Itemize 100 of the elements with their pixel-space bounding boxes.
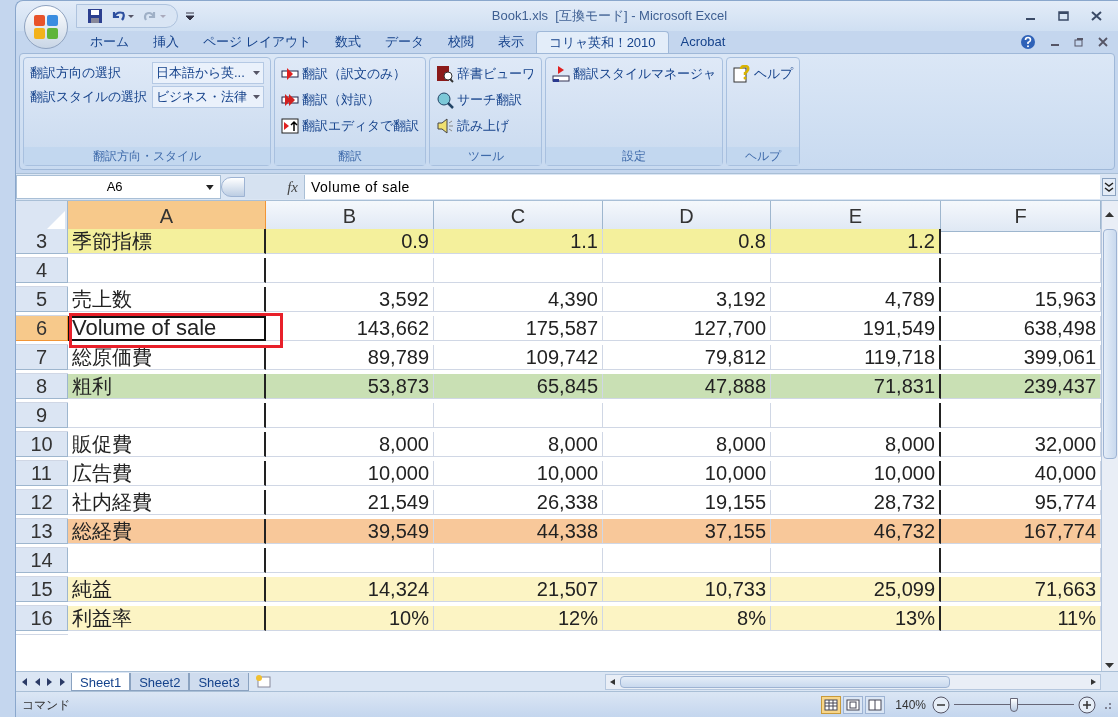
row-header[interactable]: 10 <box>16 432 68 457</box>
table-cell: 3,192 <box>603 287 771 312</box>
style-dropdown[interactable]: ビジネス・法律 <box>152 86 264 108</box>
table-cell: 37,155 <box>603 519 771 544</box>
ribbon-button[interactable]: 翻訳スタイルマネージャ <box>552 62 716 86</box>
ribbon-button[interactable]: 読み上げ <box>436 114 535 138</box>
row-header[interactable]: 7 <box>16 345 68 370</box>
column-header[interactable]: F <box>941 201 1101 232</box>
row-header[interactable]: 8 <box>16 374 68 399</box>
ribbon-button[interactable]: 翻訳エディタで翻訳 <box>281 114 419 138</box>
ribbon-button[interactable]: ヘルプ <box>733 62 793 86</box>
table-cell: 総経費 <box>68 519 266 544</box>
table-cell: 8% <box>603 606 771 631</box>
row-header[interactable]: 13 <box>16 519 68 544</box>
zoom-in-icon[interactable] <box>1078 695 1096 714</box>
formula-input[interactable]: Volume of sale <box>305 175 1100 199</box>
restore-icon[interactable] <box>1074 37 1084 47</box>
maximize-icon[interactable] <box>1058 11 1069 21</box>
row-header[interactable]: 9 <box>16 403 68 428</box>
save-icon[interactable] <box>87 8 103 24</box>
table-cell: 10,000 <box>771 461 941 486</box>
sheet-tab[interactable]: Sheet3 <box>189 672 249 691</box>
view-button[interactable] <box>865 695 886 714</box>
row-header[interactable]: 4 <box>16 258 68 283</box>
view-button[interactable] <box>843 695 864 714</box>
undo-icon[interactable] <box>111 9 135 23</box>
table-cell: 167,774 <box>941 519 1101 544</box>
zoom-slider-thumb[interactable] <box>1010 697 1018 712</box>
table-cell: 175,587 <box>434 316 603 341</box>
expand-icon[interactable] <box>1102 178 1116 196</box>
zoom-out-icon[interactable] <box>932 695 950 714</box>
group-label: 設定 <box>546 147 722 165</box>
table-cell: 8,000 <box>266 432 434 457</box>
vertical-scrollbar[interactable] <box>1101 201 1118 671</box>
table-cell: 売上数 <box>68 287 266 312</box>
table-cell: 47,888 <box>603 374 771 399</box>
table-cell: 65,845 <box>434 374 603 399</box>
ribbon-tab[interactable]: 表示 <box>485 31 536 53</box>
ribbon-tab[interactable]: 校閲 <box>435 31 486 53</box>
sheet-tab[interactable]: Sheet2 <box>130 672 190 691</box>
ribbon-button[interactable]: 翻訳（訳文のみ） <box>281 62 419 86</box>
view-button[interactable] <box>821 695 842 714</box>
ribbon-button[interactable]: サーチ翻訳 <box>436 88 535 112</box>
table-cell: 21,549 <box>266 490 434 515</box>
row-header[interactable]: 11 <box>16 461 68 486</box>
active-cell: Volume of sale <box>68 316 266 341</box>
office-button[interactable] <box>24 5 68 49</box>
row-header[interactable]: 5 <box>16 287 68 312</box>
row-header[interactable]: 14 <box>16 548 68 573</box>
table-cell: 10,733 <box>603 577 771 602</box>
ribbon-tab[interactable]: ページ レイアウト <box>191 31 323 53</box>
table-cell: 季節指標 <box>68 229 266 254</box>
table-cell: 19,155 <box>603 490 771 515</box>
name-box[interactable]: A6 <box>16 175 221 199</box>
table-cell: 25,099 <box>771 577 941 602</box>
caret-icon <box>253 95 260 99</box>
row-header[interactable]: 6 <box>16 316 68 341</box>
table-cell: 89,789 <box>266 345 434 370</box>
ribbon-button[interactable]: 翻訳（対訳） <box>281 88 419 112</box>
zoom-level[interactable]: 140% <box>895 695 926 714</box>
ribbon-button[interactable]: 辞書ビューワ <box>436 62 535 86</box>
customize-toolbar-icon[interactable] <box>186 11 194 21</box>
zoom-slider[interactable] <box>954 697 1074 712</box>
ribbon-tab[interactable]: コリャ英和！2010 <box>535 31 669 53</box>
row-header[interactable]: 16 <box>16 606 68 631</box>
table-cell: 総原価費 <box>68 345 266 370</box>
scrollbar-thumb[interactable] <box>1103 229 1117 459</box>
table-cell: 14,324 <box>266 577 434 602</box>
table-cell: 0.9 <box>266 229 434 254</box>
group-label: ヘルプ <box>727 147 799 165</box>
close-icon[interactable] <box>1098 37 1108 47</box>
caret-icon <box>253 71 260 75</box>
row-header[interactable]: 15 <box>16 577 68 602</box>
page-layout-icon <box>846 698 861 711</box>
ribbon-tab[interactable]: 挿入 <box>141 31 191 53</box>
table-cell: 10,000 <box>434 461 603 486</box>
table-cell: 8,000 <box>603 432 771 457</box>
ribbon-tab[interactable]: ホーム <box>78 31 141 53</box>
status-mode: コマンド <box>22 696 70 714</box>
table-cell: 239,437 <box>941 374 1101 399</box>
formula-divider-handle[interactable] <box>221 177 245 197</box>
ribbon-tab[interactable]: データ <box>372 31 436 53</box>
sheet-tab[interactable]: Sheet1 <box>71 672 131 691</box>
scrollbar-thumb[interactable] <box>619 675 950 688</box>
selector-label: 翻訳方向の選択 <box>30 64 122 83</box>
row-header[interactable]: 12 <box>16 490 68 515</box>
table-cell: 広告費 <box>68 461 266 486</box>
group-label: 翻訳 <box>275 147 425 165</box>
table-cell: 71,831 <box>771 374 941 399</box>
table-cell: 1.1 <box>434 229 603 254</box>
ribbon-tab[interactable]: 数式 <box>322 31 373 53</box>
style-dropdown[interactable]: 日本語から英... <box>152 62 264 84</box>
selector-label: 翻訳スタイルの選択 <box>30 88 148 107</box>
close-icon[interactable] <box>1091 11 1102 21</box>
help-icon[interactable] <box>1020 34 1036 50</box>
table-cell: 12% <box>434 606 603 631</box>
ribbon-tab[interactable]: Acrobat <box>668 31 738 53</box>
horizontal-scrollbar[interactable] <box>604 673 1101 690</box>
function-button[interactable]: fx <box>245 175 305 199</box>
row-header[interactable]: 3 <box>16 229 68 254</box>
